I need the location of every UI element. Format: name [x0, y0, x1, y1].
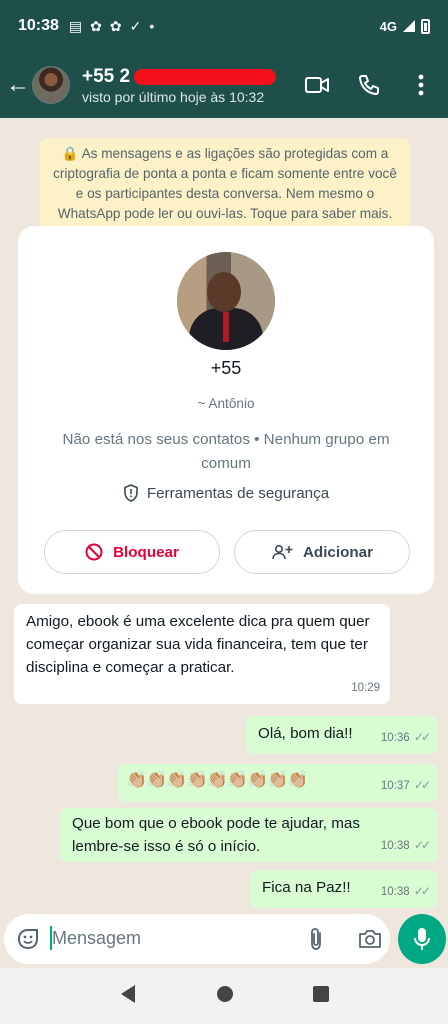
read-ticks-icon: ✓✓: [413, 730, 431, 744]
security-tools-link[interactable]: Ferramentas de segurança: [18, 484, 434, 502]
settings-notification-icon: ✿: [90, 17, 102, 34]
block-label: Bloquear: [113, 543, 179, 561]
message-outgoing[interactable]: Que bom que o ebook pode te ajudar, mas …: [60, 808, 438, 862]
message-text: 👏🏼👏🏼👏🏼👏🏼👏🏼👏🏼👏🏼👏🏼👏🏼: [126, 770, 309, 789]
chat-area[interactable]: 🔒 As mensagens e as ligações são protegi…: [0, 118, 448, 914]
voice-call-icon[interactable]: [356, 72, 382, 98]
mic-icon: [414, 928, 430, 950]
profile-card: +55 ~ Antônio Não está nos seus contatos…: [18, 226, 434, 594]
read-ticks-icon: ✓✓: [413, 838, 431, 852]
status-right: 4G: [379, 18, 430, 34]
dot-notification-icon: •: [149, 18, 155, 34]
contact-number-text: +55 2: [82, 65, 131, 87]
message-input[interactable]: Mensagem: [52, 928, 141, 949]
read-ticks-icon: ✓✓: [413, 884, 431, 898]
message-text: Fica na Paz!!: [262, 879, 351, 896]
message-outgoing[interactable]: 👏🏼👏🏼👏🏼👏🏼👏🏼👏🏼👏🏼👏🏼👏🏼 10:37 ✓✓: [118, 764, 438, 802]
card-contact-number: +55: [18, 358, 434, 379]
sticker-icon[interactable]: [16, 927, 40, 956]
more-options-icon[interactable]: [408, 72, 434, 98]
back-arrow-icon[interactable]: ←: [6, 70, 30, 100]
message-meta: 10:38 ✓✓: [380, 833, 431, 858]
attach-icon[interactable]: [308, 926, 324, 957]
notification-icons: ▤ ✿ ✿ ✓ •: [69, 18, 154, 35]
battery-icon: [421, 18, 430, 34]
camera-icon[interactable]: [358, 928, 382, 955]
message-outgoing[interactable]: Olá, bom dia!! 10:36 ✓✓: [246, 716, 438, 754]
network-type: 4G: [379, 18, 397, 34]
settings-notification-icon-2: ✿: [109, 17, 122, 34]
nav-home-icon[interactable]: [216, 985, 234, 1008]
check-notification-icon: ✓: [129, 17, 142, 34]
card-number-text: +55: [210, 358, 242, 378]
contact-name: ~ Antônio: [197, 396, 255, 411]
last-seen: visto por último hoje às 10:32: [82, 88, 265, 105]
message-meta: 10:36 ✓✓: [380, 725, 431, 750]
message-time: 10:29: [351, 682, 380, 694]
status-time: 10:38: [18, 17, 59, 34]
contact-context: Não está nos seus contatos • Nenhum grup…: [62, 431, 390, 472]
contact-number: +55 2: [82, 65, 276, 88]
message-text: Olá, bom dia!!: [258, 725, 353, 742]
message-time: 10:38: [380, 840, 410, 852]
add-person-icon: [272, 544, 293, 560]
contact-avatar[interactable]: [32, 66, 70, 104]
mic-button[interactable]: [398, 914, 446, 964]
nav-back-icon[interactable]: [119, 984, 137, 1009]
message-time: 10:36: [380, 732, 410, 744]
message-outgoing[interactable]: Fica na Paz!! 10:38 ✓✓: [250, 870, 438, 908]
encryption-notice[interactable]: 🔒 As mensagens e as ligações são protegi…: [40, 138, 410, 230]
message-time: 10:38: [380, 886, 410, 898]
system-nav-bar: [0, 968, 448, 1024]
shield-icon: [124, 484, 138, 502]
message-input-pill[interactable]: Mensagem: [4, 914, 390, 964]
status-bar: 10:38 ▤ ✿ ✿ ✓ • 4G: [0, 0, 448, 52]
redaction-mark: [134, 68, 276, 85]
add-contact-button[interactable]: Adicionar: [234, 530, 410, 574]
nav-recents-icon[interactable]: [312, 985, 329, 1007]
message-meta: 10:37 ✓✓: [380, 773, 431, 798]
add-label: Adicionar: [302, 543, 374, 561]
composer: Mensagem: [0, 914, 448, 968]
message-text: Que bom que o ebook pode te ajudar, mas …: [72, 815, 360, 855]
chat-header: ← +55 2 visto por último hoje às 10:32: [0, 52, 448, 118]
header-actions: [304, 72, 434, 98]
video-call-icon[interactable]: [304, 72, 330, 98]
message-meta: 10:38 ✓✓: [380, 879, 431, 904]
read-ticks-icon: ✓✓: [413, 778, 431, 792]
security-tools-label: Ferramentas de segurança: [146, 484, 330, 502]
profile-photo[interactable]: [177, 252, 275, 350]
message-incoming[interactable]: Amigo, ebook é uma excelente dica pra qu…: [14, 604, 390, 704]
message-text: Amigo, ebook é uma excelente dica pra qu…: [26, 613, 370, 676]
contact-info[interactable]: +55 2 visto por último hoje às 10:32: [82, 66, 304, 105]
message-time: 10:37: [380, 780, 410, 792]
message-notification-icon: ▤: [68, 17, 83, 34]
signal-icon: [403, 20, 415, 32]
block-button[interactable]: Bloquear: [44, 530, 220, 574]
block-icon: [85, 543, 103, 561]
